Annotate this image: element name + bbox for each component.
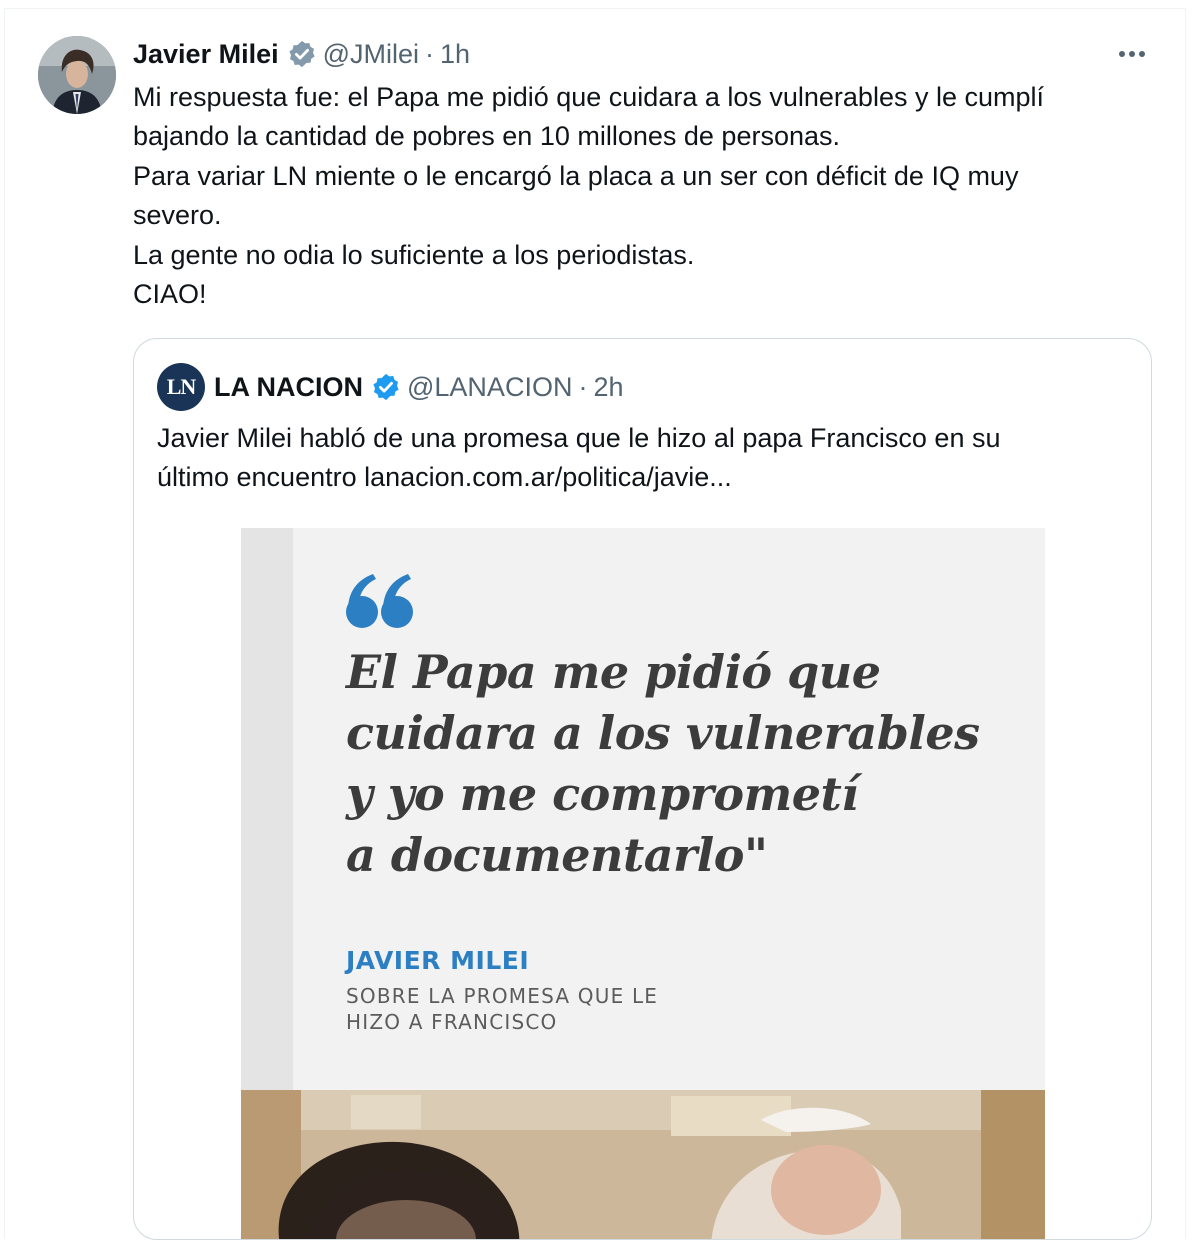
media-quote-line: cuidara a los vulnerables [346,706,980,760]
media-quote-text: El Papa me pidió que cuidara a los vulne… [346,642,980,886]
separator-dot: · [578,371,588,402]
author-name[interactable]: Javier Milei [133,39,279,70]
verified-badge-icon[interactable] [371,372,401,402]
quoted-author-avatar[interactable]: LN [157,363,205,411]
quoted-text-line[interactable]: último encuentro lanacion.com.ar/politic… [157,458,1137,497]
tweet-text-line: bajando la cantidad de pobres en 10 mill… [133,121,840,152]
tweet-text-line: La gente no odia lo suficiente a los per… [133,239,695,270]
media-side-band [241,528,293,1090]
quoted-tweet-timestamp[interactable]: 2h [593,372,623,403]
quoted-tweet-header: LN LA NACION @LANACION · 2h [157,363,624,411]
quoted-author-name[interactable]: LA NACION [214,372,363,403]
quoted-text-line: Javier Milei habló de una promesa que le… [157,423,1001,453]
author-avatar[interactable] [38,36,116,114]
media-attribution-subtitle: SOBRE LA PROMESA QUE LE HIZO A FRANCISCO [346,983,658,1035]
avatar-image [38,36,116,114]
author-handle[interactable]: @JMilei [323,39,419,70]
media-attribution-name: JAVIER MILEI [346,946,530,975]
quoted-tweet-card[interactable]: LN LA NACION @LANACION · 2h Javier Milei… [133,338,1152,1240]
quote-mark-icon [346,574,413,628]
media-quote-line: El Papa me pidió que [346,645,881,699]
quoted-media-image[interactable]: El Papa me pidió que cuidara a los vulne… [241,528,1045,1239]
media-quote-line: a documentarlo" [346,828,768,882]
tweet-text: Mi respuesta fue: el Papa me pidió que c… [133,78,1163,314]
media-attribution-line: SOBRE LA PROMESA QUE LE [346,984,659,1008]
tweet-text-line: Mi respuesta fue: el Papa me pidió que c… [133,82,1044,112]
quoted-tweet-text: Javier Milei habló de una promesa que le… [157,419,1137,498]
tweet-text-line: severo. [133,200,222,231]
more-options-icon[interactable] [1112,40,1152,68]
verified-badge-icon[interactable] [287,39,317,69]
media-quote-line: y yo me comprometí [346,767,859,821]
tweet-text-line: CIAO! [133,279,207,310]
media-photo [241,1090,1045,1239]
tweet-text-line: Para variar LN miente o le encargó la pl… [133,160,1019,191]
quoted-author-handle[interactable]: @LANACION [407,372,572,403]
media-attribution-line: HIZO A FRANCISCO [346,1010,558,1034]
separator-dot: · [425,38,435,69]
tweet-header: Javier Milei @JMilei · 1h [133,36,470,72]
tweet-timestamp[interactable]: 1h [440,39,470,70]
